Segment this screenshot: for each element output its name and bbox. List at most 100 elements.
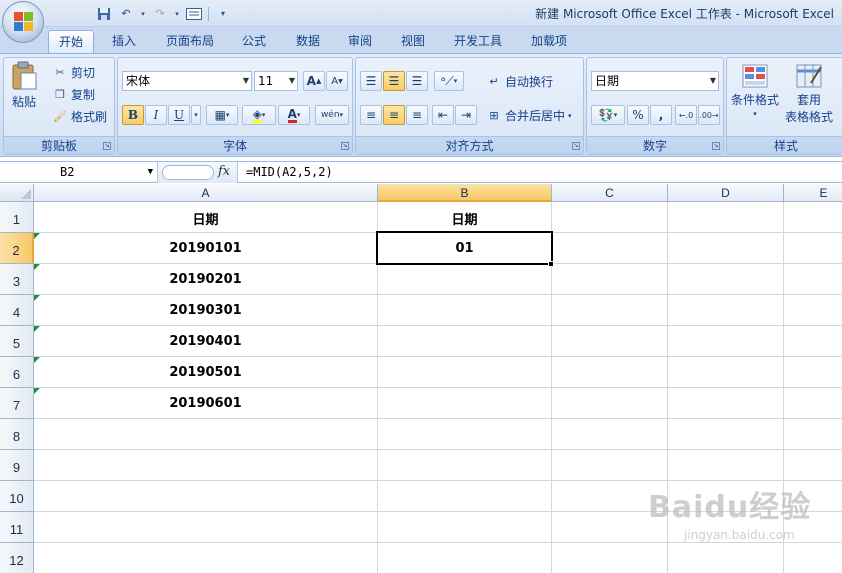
number-group: 日期 ▼ 💱 ▾ % , ←.0 .00→ 数字 ↘ bbox=[586, 57, 724, 155]
underline-button[interactable]: U bbox=[168, 105, 190, 125]
conditional-format-label: 条件格式 bbox=[731, 93, 780, 107]
font-color-button[interactable]: A ▾ bbox=[278, 105, 310, 125]
insert-function-icon[interactable]: fx bbox=[218, 164, 230, 179]
print-preview-icon[interactable] bbox=[186, 6, 202, 22]
format-painter-label: 格式刷 bbox=[71, 110, 108, 124]
save-icon[interactable] bbox=[96, 6, 112, 22]
column-header-a[interactable]: A bbox=[34, 184, 378, 202]
row-header-3[interactable]: 3 bbox=[0, 264, 34, 295]
formula-resize-handle[interactable] bbox=[162, 165, 214, 180]
redo-dropdown-icon[interactable]: ▾ bbox=[174, 6, 180, 22]
copy-button[interactable]: ❐ 复制 bbox=[52, 86, 95, 103]
currency-button[interactable]: 💱 ▾ bbox=[591, 105, 625, 125]
align-left-button[interactable]: ≡ bbox=[360, 105, 382, 125]
italic-button[interactable]: I bbox=[145, 105, 167, 125]
align-right-button[interactable]: ≡ bbox=[406, 105, 428, 125]
merge-center-label: 合并后居中 bbox=[505, 109, 566, 123]
office-button[interactable] bbox=[2, 1, 44, 43]
increase-decimal-button[interactable]: ←.0 bbox=[675, 105, 697, 125]
number-launcher-icon[interactable]: ↘ bbox=[712, 142, 720, 150]
increase-indent-button[interactable]: ⇥ bbox=[455, 105, 477, 125]
column-header-c[interactable]: C bbox=[552, 184, 668, 202]
clipboard-launcher-icon[interactable]: ↘ bbox=[103, 142, 111, 150]
chevron-down-icon: ▾ bbox=[453, 77, 458, 85]
cell-a5[interactable]: 20190401 bbox=[34, 334, 377, 349]
worksheet-grid: A B C D E 1 2 3 4 5 6 7 8 9 10 11 12 日期 … bbox=[0, 184, 842, 573]
decrease-decimal-button[interactable]: .00→ bbox=[698, 105, 720, 125]
cell-a6[interactable]: 20190501 bbox=[34, 365, 377, 380]
align-middle-button[interactable]: ☰ bbox=[383, 71, 405, 91]
wrap-text-button[interactable]: ↵ 自动换行 bbox=[486, 73, 553, 90]
comma-button[interactable]: , bbox=[650, 105, 672, 125]
align-bottom-button[interactable]: ☰ bbox=[406, 71, 428, 91]
row-header-6[interactable]: 6 bbox=[0, 357, 34, 388]
tab-view[interactable]: 视图 bbox=[393, 30, 433, 53]
tab-data[interactable]: 数据 bbox=[288, 30, 328, 53]
fill-color-button[interactable]: ◈ ▾ bbox=[242, 105, 276, 125]
orientation-button[interactable]: ᵃ⟋ ▾ bbox=[434, 71, 464, 91]
row-header-11[interactable]: 11 bbox=[0, 512, 34, 543]
cell-a4[interactable]: 20190301 bbox=[34, 303, 377, 318]
cell-b1[interactable]: 日期 bbox=[378, 209, 551, 228]
format-painter-button[interactable]: 🖌 格式刷 bbox=[52, 108, 107, 125]
row-header-8[interactable]: 8 bbox=[0, 419, 34, 450]
select-all-corner[interactable] bbox=[0, 184, 34, 202]
tab-developer[interactable]: 开发工具 bbox=[446, 30, 510, 53]
shrink-font-button[interactable]: A ▼ bbox=[326, 71, 348, 91]
fill-handle[interactable] bbox=[548, 261, 554, 267]
undo-dropdown-icon[interactable]: ▾ bbox=[140, 6, 146, 22]
conditional-format-button[interactable]: 条件格式 ▾ bbox=[731, 63, 779, 118]
merge-center-button[interactable]: ⊞ 合并后居中 ▾ bbox=[486, 107, 571, 124]
font-name-combo[interactable]: 宋体 ▼ bbox=[122, 71, 252, 91]
redo-icon[interactable]: ↷ bbox=[152, 6, 168, 22]
paintbrush-icon: 🖌 bbox=[53, 110, 67, 123]
cell-a2[interactable]: 20190101 bbox=[34, 241, 377, 256]
row-header-12[interactable]: 12 bbox=[0, 543, 34, 573]
formula-bar: B2 ▼ fx =MID(A2,5,2) bbox=[0, 161, 842, 183]
number-format-combo[interactable]: 日期 ▼ bbox=[591, 71, 719, 91]
grow-font-button[interactable]: A ▲ bbox=[303, 71, 325, 91]
cell-a3[interactable]: 20190201 bbox=[34, 272, 377, 287]
tab-review[interactable]: 审阅 bbox=[340, 30, 380, 53]
undo-icon[interactable]: ↶ bbox=[118, 6, 134, 22]
phonetic-button[interactable]: wén ▾ bbox=[315, 105, 349, 125]
column-header-d[interactable]: D bbox=[668, 184, 784, 202]
percent-button[interactable]: % bbox=[627, 105, 649, 125]
chevron-down-icon: ▾ bbox=[339, 111, 344, 119]
cell-a7[interactable]: 20190601 bbox=[34, 396, 377, 411]
baidu-watermark: Baidu经验 jingyan.baidu.com bbox=[648, 482, 838, 550]
alignment-launcher-icon[interactable]: ↘ bbox=[572, 142, 580, 150]
row-header-10[interactable]: 10 bbox=[0, 481, 34, 512]
row-header-2[interactable]: 2 bbox=[0, 233, 34, 264]
chevron-down-icon: ▾ bbox=[753, 110, 757, 118]
row-header-1[interactable]: 1 bbox=[0, 202, 34, 233]
font-size-combo[interactable]: 11 ▼ bbox=[254, 71, 298, 91]
row-header-5[interactable]: 5 bbox=[0, 326, 34, 357]
cut-button[interactable]: ✂ 剪切 bbox=[52, 64, 95, 81]
font-launcher-icon[interactable]: ↘ bbox=[341, 142, 349, 150]
align-top-button[interactable]: ☰ bbox=[360, 71, 382, 91]
tab-insert[interactable]: 插入 bbox=[104, 30, 144, 53]
row-header-7[interactable]: 7 bbox=[0, 388, 34, 419]
tab-page-layout[interactable]: 页面布局 bbox=[158, 30, 222, 53]
row-header-9[interactable]: 9 bbox=[0, 450, 34, 481]
align-center-button[interactable]: ≡ bbox=[383, 105, 405, 125]
column-header-e[interactable]: E bbox=[784, 184, 842, 202]
window-title: 新建 Microsoft Office Excel 工作表 - Microsof… bbox=[535, 7, 834, 21]
tab-addins[interactable]: 加载项 bbox=[524, 30, 574, 53]
cell-a1[interactable]: 日期 bbox=[34, 209, 377, 228]
column-header-b[interactable]: B bbox=[378, 184, 552, 202]
format-as-table-button[interactable]: 套用 表格格式 bbox=[785, 63, 833, 125]
tab-formulas[interactable]: 公式 bbox=[234, 30, 274, 53]
underline-dropdown-icon[interactable]: ▾ bbox=[191, 105, 201, 125]
tab-home[interactable]: 开始 bbox=[48, 30, 94, 53]
shrink-font-icon: A bbox=[331, 75, 339, 87]
name-box[interactable]: B2 ▼ bbox=[0, 162, 158, 183]
bold-button[interactable]: B bbox=[122, 105, 144, 125]
customize-icon[interactable]: ▾ bbox=[215, 6, 231, 22]
row-header-4[interactable]: 4 bbox=[0, 295, 34, 326]
borders-button[interactable]: ▦ ▾ bbox=[206, 105, 238, 125]
formula-input[interactable]: =MID(A2,5,2) bbox=[246, 162, 333, 183]
paste-button[interactable]: 粘贴 bbox=[10, 61, 38, 110]
decrease-indent-button[interactable]: ⇤ bbox=[432, 105, 454, 125]
